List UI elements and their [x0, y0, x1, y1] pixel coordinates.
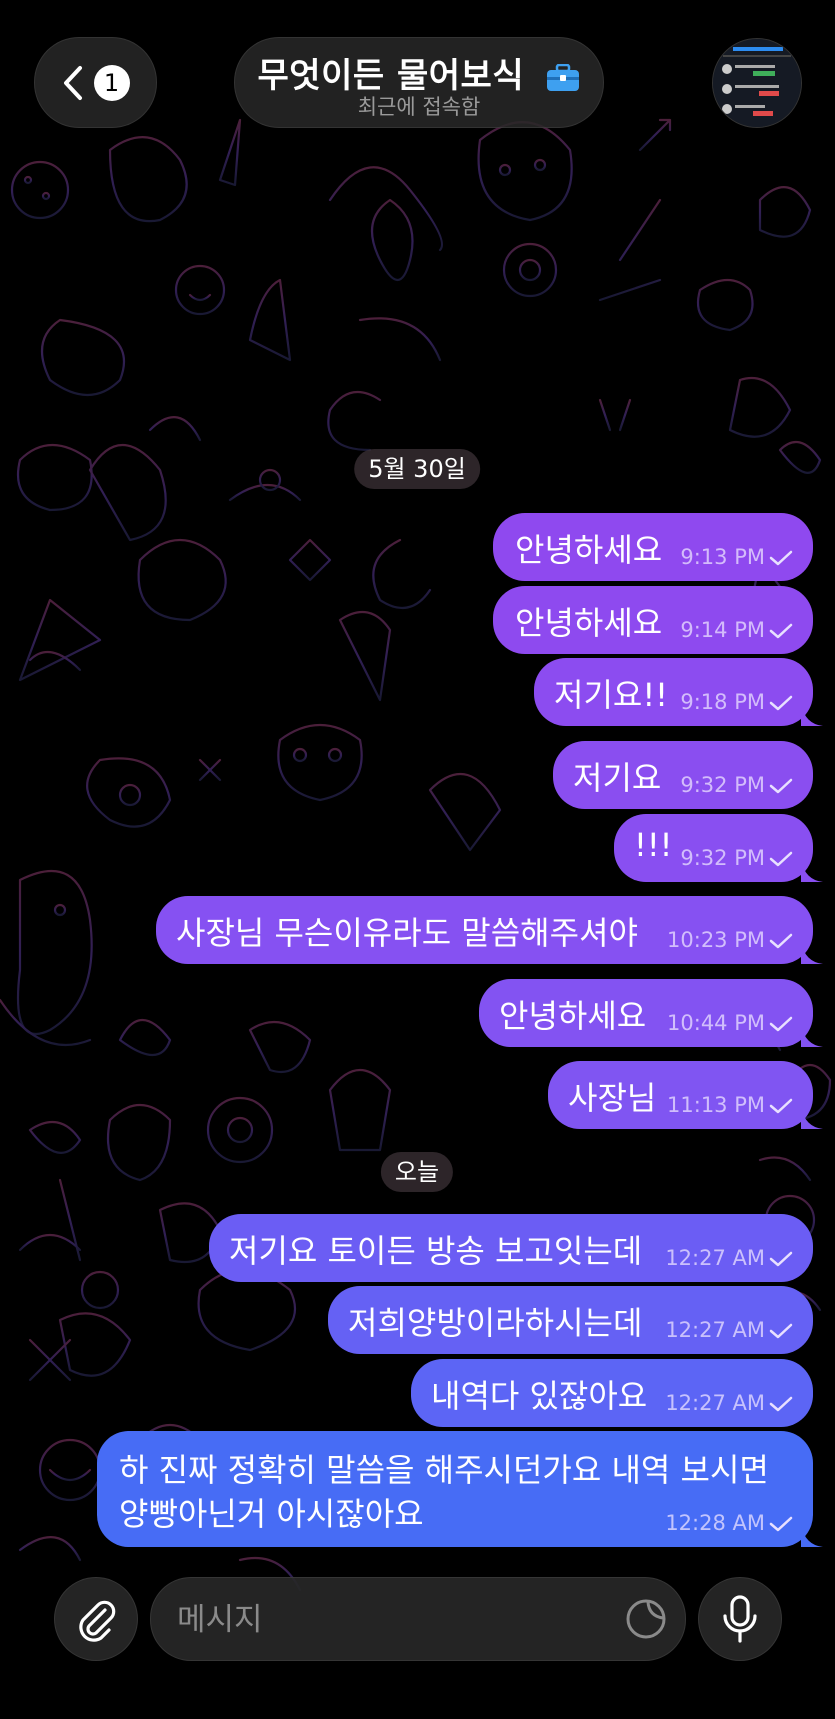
message-text: 안녕하세요 [515, 531, 663, 569]
message-time: 12:27 AM [665, 1246, 765, 1270]
message-time: 9:18 PM [680, 690, 765, 714]
last-seen-status: 최근에 접속함 [357, 95, 481, 119]
message-text: 사장님 무슨이유라도 말씀해주셔야 [176, 914, 638, 952]
briefcase-icon [547, 63, 580, 91]
sent-check-icon [769, 1323, 793, 1339]
message-bubble[interactable]: 안녕하세요 9:13 PM [493, 513, 813, 581]
message-meta: 9:14 PM [680, 618, 793, 642]
message-meta: 9:18 PM [680, 690, 793, 714]
message-bubble[interactable]: 사장님 무슨이유라도 말씀해주셔야 10:23 PM [156, 896, 823, 964]
chat-avatar[interactable] [712, 38, 802, 128]
sticker-icon[interactable] [625, 1598, 667, 1640]
sent-check-icon [769, 1016, 793, 1032]
message-meta: 9:32 PM [680, 846, 793, 870]
avatar-thumbnail-icon [713, 39, 801, 127]
message-text-line-1: 하 진짜 정확히 말씀을 해주시던가요 내역 보시면 [119, 1451, 769, 1489]
paperclip-icon [79, 1600, 116, 1642]
message-bubble[interactable]: 내역다 있잖아요 12:27 AM [411, 1359, 813, 1427]
microphone-icon [723, 1595, 757, 1643]
message-text: 저희양방이라하시는데 [348, 1304, 643, 1342]
message-time: 10:44 PM [667, 1011, 765, 1035]
message-meta: 10:44 PM [667, 1011, 793, 1035]
chevron-left-icon [63, 65, 82, 100]
message-time: 9:32 PM [680, 846, 765, 870]
message-time: 12:27 AM [665, 1318, 765, 1342]
sent-check-icon [769, 933, 793, 949]
message-bubble[interactable]: 사장님 11:13 PM [548, 1061, 823, 1129]
date-separator-today: 오늘 [380, 1152, 454, 1192]
sent-check-icon [769, 695, 793, 711]
sent-check-icon [769, 623, 793, 639]
message-meta: 12:27 AM [665, 1246, 793, 1270]
message-bubble[interactable]: 저기요 토이든 방송 보고잇는데 12:27 AM [209, 1214, 813, 1282]
message-bubble[interactable]: 하 진짜 정확히 말씀을 해주시던가요 내역 보시면 양빵아닌거 아시잖아요 1… [97, 1431, 823, 1547]
bubble-tail [801, 942, 823, 964]
sent-check-icon [769, 1251, 793, 1267]
message-time: 12:27 AM [665, 1391, 765, 1415]
message-text: !!! [634, 826, 673, 864]
message-bubble[interactable]: 안녕하세요 10:44 PM [479, 979, 823, 1047]
message-text: 저기요 [573, 759, 662, 797]
message-bubble[interactable]: 저기요 9:32 PM [553, 741, 813, 809]
message-meta: 9:13 PM [680, 545, 793, 569]
bubble-tail [801, 860, 823, 882]
bubble-tail [801, 704, 823, 726]
message-text: 안녕하세요 [499, 997, 647, 1035]
message-time: 9:32 PM [680, 773, 765, 797]
message-text: 저기요!! [554, 676, 668, 714]
message-meta: 12:28 AM [665, 1511, 793, 1535]
sent-check-icon [769, 1516, 793, 1532]
message-meta: 12:27 AM [665, 1318, 793, 1342]
message-input[interactable] [175, 1578, 599, 1662]
message-time: 9:13 PM [680, 545, 765, 569]
chat-header[interactable]: 무엇이든 물어보식 최근에 접속함 [234, 37, 604, 128]
message-time: 12:28 AM [665, 1511, 765, 1535]
message-time: 9:14 PM [680, 618, 765, 642]
message-bubble[interactable]: !!! 9:32 PM [614, 814, 823, 882]
message-text: 안녕하세요 [515, 604, 663, 642]
date-separator: 5월 30일 [354, 449, 480, 489]
chat-title: 무엇이든 물어보식 [257, 56, 525, 96]
unread-count-badge: 1 [93, 64, 130, 101]
message-meta: 11:13 PM [667, 1093, 793, 1117]
message-meta: 9:32 PM [680, 773, 793, 797]
bubble-tail [801, 1107, 823, 1129]
sent-check-icon [769, 778, 793, 794]
message-time: 10:23 PM [667, 928, 765, 952]
bubble-tail [801, 1525, 823, 1547]
message-bubble[interactable]: 저기요!! 9:18 PM [534, 658, 823, 726]
message-text: 사장님 [568, 1079, 657, 1117]
bubble-tail [801, 1025, 823, 1047]
sent-check-icon [769, 550, 793, 566]
sent-check-icon [769, 851, 793, 867]
voice-message-button[interactable] [698, 1577, 782, 1661]
message-text: 저기요 토이든 방송 보고잇는데 [229, 1232, 643, 1270]
message-meta: 12:27 AM [665, 1391, 793, 1415]
message-text-line-2: 양빵아닌거 아시잖아요 [119, 1495, 424, 1533]
message-meta: 10:23 PM [667, 928, 793, 952]
chat-title-row: 무엇이든 물어보식 [235, 48, 603, 97]
message-bubble[interactable]: 저희양방이라하시는데 12:27 AM [328, 1286, 813, 1354]
sent-check-icon [769, 1098, 793, 1114]
message-bubble[interactable]: 안녕하세요 9:14 PM [493, 586, 813, 654]
message-text: 내역다 있잖아요 [431, 1377, 648, 1415]
message-input-container[interactable] [150, 1577, 686, 1662]
message-time: 11:13 PM [667, 1093, 765, 1117]
attach-button[interactable] [54, 1577, 138, 1661]
back-button[interactable]: 1 [34, 37, 157, 128]
sent-check-icon [769, 1396, 793, 1412]
